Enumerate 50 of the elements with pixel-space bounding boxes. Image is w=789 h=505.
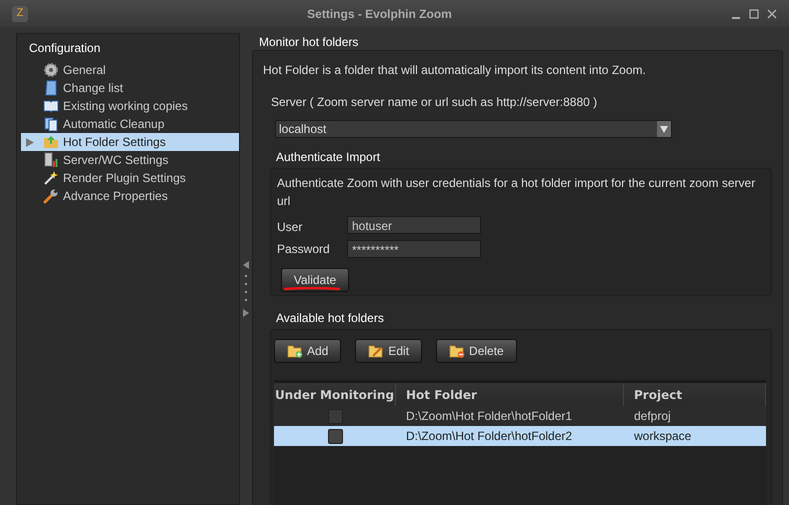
folder-pencil-icon — [368, 344, 384, 358]
sidebar-item[interactable]: Automatic Cleanup — [21, 115, 239, 133]
folder-icon — [43, 134, 59, 150]
splitter-handle-icon[interactable] — [243, 261, 249, 317]
sidebar-item[interactable]: Render Plugin Settings — [21, 169, 239, 187]
folder-minus-icon — [449, 344, 466, 358]
checkbox[interactable] — [328, 408, 342, 424]
documents-icon — [43, 116, 59, 132]
sidebar-title: Configuration — [28, 40, 102, 57]
password-label: Password — [277, 241, 331, 258]
book-icon — [43, 98, 59, 114]
folder-plus-icon — [287, 344, 303, 358]
wand-icon — [43, 170, 59, 186]
checkbox[interactable] — [328, 428, 342, 444]
sidebar-item[interactable]: Hot Folder Settings — [21, 133, 239, 151]
window-title: Settings - Evolphin Zoom — [306, 6, 453, 22]
description-text: Hot Folder is a folder that will automatically import its content into Zoom. — [263, 62, 647, 79]
table-cell-text: D:\Zoom\Hot Folder\hotFolder2 — [405, 428, 574, 445]
description-text: Authenticate Zoom with user credentials for a hot folder import for the current zoom server url — [277, 175, 756, 210]
group-title: Authenticate Import — [275, 149, 382, 166]
gear-icon — [43, 62, 59, 78]
sidebar-item[interactable]: General — [21, 61, 239, 79]
section-title: Monitor hot folders — [258, 34, 360, 50]
wrench-icon — [43, 188, 59, 204]
server-icon — [43, 152, 59, 168]
edit-button[interactable]: Edit — [355, 339, 422, 363]
user-label: User — [277, 219, 304, 236]
table-row[interactable]: D:\Zoom\Hot Folder\hotFolder2 workspace — [274, 426, 766, 446]
underline-mark — [283, 287, 341, 291]
table-row[interactable]: D:\Zoom\Hot Folder\hotFolder1 defproj — [274, 406, 766, 426]
sidebar-item[interactable]: Existing working copies — [21, 97, 239, 115]
close-icon[interactable] — [767, 8, 777, 18]
server-label: Server ( Zoom server name or url such as http://server:8880 ) — [270, 94, 598, 111]
add-button[interactable]: Add — [274, 339, 342, 363]
user-field[interactable]: hotuser — [347, 216, 481, 234]
sidebar-item[interactable]: Server/WC Settings — [21, 151, 239, 169]
sidebar-item[interactable]: Advance Properties — [21, 187, 239, 205]
delete-button[interactable]: Delete — [436, 339, 517, 363]
document-icon — [43, 80, 59, 96]
expand-arrow-icon — [26, 138, 34, 146]
maximize-icon[interactable] — [749, 8, 759, 18]
server-dropdown[interactable]: localhost — [275, 120, 672, 138]
sidebar-item[interactable]: Change list — [21, 79, 239, 97]
table-cell-text: D:\Zoom\Hot Folder\hotFolder1 — [405, 408, 574, 425]
app-logo: Z — [12, 6, 28, 22]
table-cell-text: defproj — [633, 408, 672, 425]
group-title: Available hot folders — [275, 310, 385, 327]
password-field[interactable]: ********** — [347, 240, 481, 258]
table-cell-text: workspace — [633, 428, 692, 445]
validate-button[interactable]: Validate — [281, 268, 349, 292]
